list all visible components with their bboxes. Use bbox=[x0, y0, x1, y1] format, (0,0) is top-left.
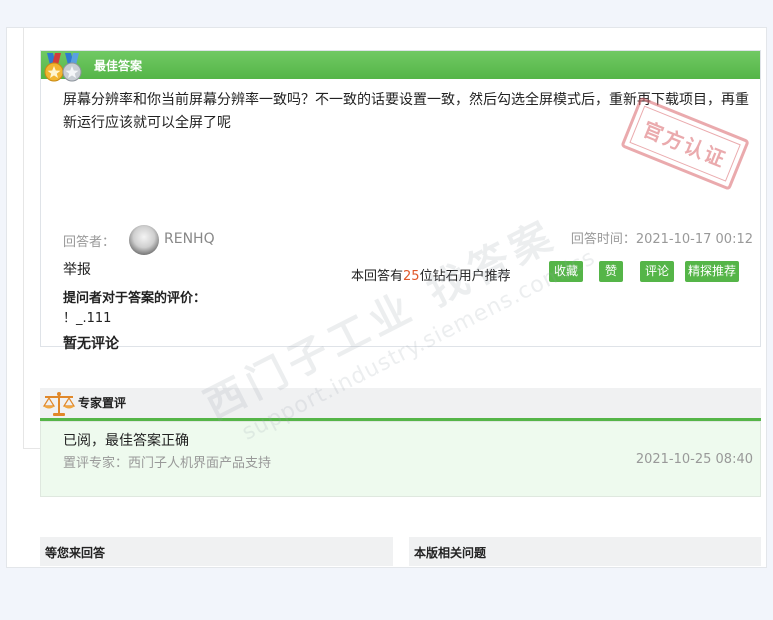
like-button[interactable]: 赞1 bbox=[599, 261, 623, 299]
featured-recommend-button[interactable]: 精探推荐 bbox=[685, 261, 739, 282]
expert-review-body: 已阅，最佳答案正确 置评专家：西门子人机界面产品支持 2021-10-25 08… bbox=[40, 421, 761, 497]
scale-icon bbox=[42, 392, 76, 416]
expert-review-time: 2021-10-25 08:40 bbox=[635, 452, 753, 467]
report-link[interactable]: 举报 bbox=[63, 259, 91, 279]
collect-button[interactable]: 收藏 bbox=[549, 261, 583, 282]
best-answer-title: 最佳答案 bbox=[94, 59, 143, 73]
avatar[interactable] bbox=[129, 225, 159, 255]
asker-eval-content: ！_.111 bbox=[63, 311, 112, 326]
expert-verdict: 已阅，最佳答案正确 bbox=[63, 433, 189, 449]
comment-button[interactable]: 评论 bbox=[640, 261, 674, 282]
waiting-answers-title: 等您来回答 bbox=[45, 546, 106, 560]
page-frame: 最佳答案 屏幕分辨率和你当前屏幕分辨率一致吗？不一致的话要设置一致，然后勾选全屏… bbox=[6, 27, 767, 568]
expert-review-header: 专家置评 bbox=[40, 388, 761, 421]
best-answer-card: 最佳答案 屏幕分辨率和你当前屏幕分辨率一致吗？不一致的话要设置一致，然后勾选全屏… bbox=[40, 50, 761, 352]
related-questions-title: 本版相关问题 bbox=[414, 546, 487, 560]
answerer-name-link[interactable]: RENHQ bbox=[164, 231, 215, 247]
no-comments-text: 暂无评论 bbox=[63, 336, 119, 352]
divider bbox=[23, 448, 41, 449]
answer-time: 回答时间：2021-10-17 00:12 bbox=[570, 232, 753, 247]
recommend-count: 25 bbox=[403, 269, 420, 284]
asker-eval-label: 提问者对于答案的评价： bbox=[63, 291, 207, 306]
expert-name: 置评专家：西门子人机界面产品支持 bbox=[63, 456, 272, 471]
related-questions-header: 本版相关问题 bbox=[409, 537, 761, 566]
expert-review-title: 专家置评 bbox=[78, 396, 127, 410]
left-rail bbox=[7, 28, 24, 448]
silver-medal-icon bbox=[62, 53, 82, 82]
waiting-answers-header: 等您来回答 bbox=[40, 537, 393, 566]
best-answer-header: 最佳答案 bbox=[41, 51, 760, 82]
recommend-text: 本回答有25位钻石用户推荐 bbox=[351, 269, 511, 284]
answerer-label: 回答者： bbox=[63, 235, 116, 250]
